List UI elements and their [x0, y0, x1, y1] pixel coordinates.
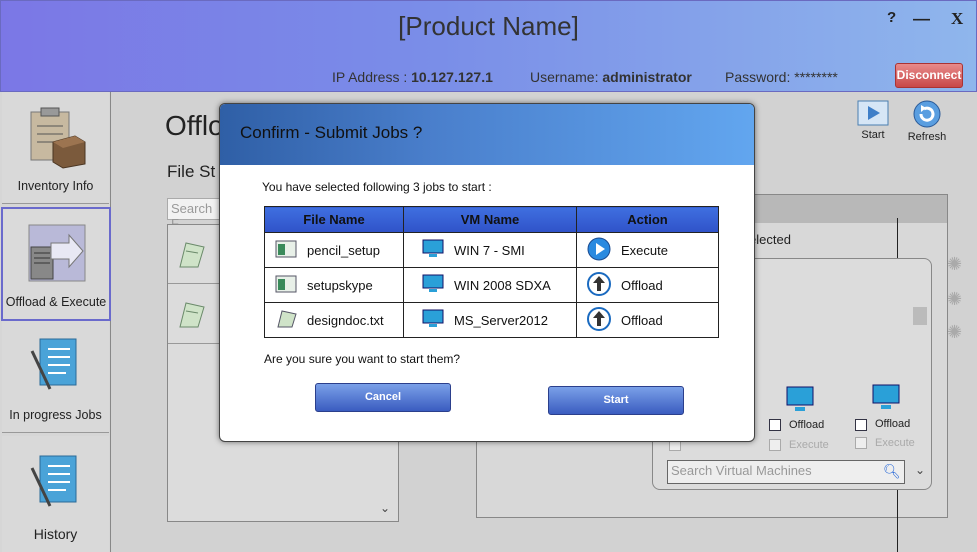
start-button[interactable]: Start [548, 386, 684, 415]
table-row: designdoc.txt MS_Server2012 Offload [264, 302, 719, 338]
spinner-icon: ✺ [947, 289, 963, 309]
execute-checkbox[interactable] [855, 437, 867, 449]
server-arrow-icon [21, 221, 91, 292]
monitor-icon [871, 383, 901, 416]
search-icon[interactable]: 🔍︎ [883, 463, 901, 480]
start-toolbar-button[interactable]: Start [857, 100, 889, 141]
page-title: Offlo [165, 110, 224, 141]
vm-name: WIN 7 - SMI [454, 242, 525, 258]
monitor-icon [785, 385, 815, 418]
execute-play-icon [587, 237, 611, 264]
chevron-down-icon[interactable]: ⌄ [380, 501, 390, 515]
file-store-label: File St [167, 162, 216, 181]
file-name: designdoc.txt [307, 312, 384, 328]
sidebar-item-offload-execute[interactable]: Offload & Execute [1, 207, 111, 321]
sidebar-item-label: Inventory Info [17, 179, 94, 193]
vm-name: WIN 2008 SDXA [454, 277, 551, 293]
disconnect-button[interactable]: Disconnect [895, 63, 963, 88]
dialog-intro: You have selected following 3 jobs to st… [262, 180, 492, 194]
dialog-title: Confirm - Submit Jobs ? [220, 104, 754, 165]
minimize-button[interactable]: — [913, 9, 930, 29]
table-row: pencil_setup WIN 7 - SMI Execute [264, 232, 719, 268]
sidebar-item-inventory-info[interactable]: Inventory Info [2, 92, 109, 204]
sidebar-item-label: In progress Jobs [9, 408, 102, 422]
selected-status: elected [749, 232, 791, 247]
execute-label: Execute [789, 439, 829, 451]
refresh-icon [912, 100, 942, 131]
sidebar: Inventory Info Offload & Execute In prog… [0, 92, 111, 552]
action-label: Execute [621, 242, 668, 258]
monitor-icon [422, 274, 444, 297]
execute-label: Execute [875, 437, 915, 449]
column-header: File Name [264, 206, 404, 233]
checklist-pen-icon [26, 333, 86, 404]
offload-arrow-icon [587, 306, 611, 334]
sidebar-item-label: Offload & Execute [5, 295, 107, 309]
search-files-input[interactable]: Search F [167, 198, 227, 231]
offload-checkbox[interactable] [769, 419, 781, 431]
refresh-toolbar-button[interactable]: Refresh [905, 100, 949, 143]
password-value: ******** [794, 69, 838, 85]
document-icon [176, 241, 206, 274]
username-value: administrator [602, 69, 692, 85]
installer-icon [275, 275, 297, 296]
file-name: setupskype [307, 277, 373, 293]
monitor-icon [422, 309, 444, 332]
help-button[interactable]: ? [887, 9, 896, 26]
vm-name: MS_Server2012 [454, 312, 548, 328]
offload-arrow-icon [587, 271, 611, 299]
username-info: Username: administrator [530, 69, 692, 85]
dialog-question: Are you sure you want to start them? [264, 352, 461, 366]
offload-checkbox[interactable] [855, 419, 867, 431]
search-vm-input[interactable]: Search Virtual Machines [667, 460, 905, 484]
document-icon [275, 309, 297, 331]
offload-label: Offload [789, 419, 825, 431]
action-label: Offload [621, 312, 663, 328]
offload-label: Offload [875, 418, 911, 430]
table-row: setupskype WIN 2008 SDXA Offload [264, 267, 719, 303]
installer-icon [275, 240, 297, 261]
action-label: Offload [621, 277, 663, 293]
document-icon [176, 301, 206, 334]
sidebar-item-in-progress-jobs[interactable]: In progress Jobs [2, 321, 109, 433]
execute-checkbox[interactable] [769, 439, 781, 451]
cancel-button[interactable]: Cancel [315, 383, 451, 412]
sidebar-item-label: History [33, 526, 78, 542]
clipboard-box-icon [23, 104, 89, 175]
checklist-pen-icon [26, 450, 86, 521]
spinner-icon: ✺ [947, 254, 963, 274]
monitor-icon [422, 239, 444, 262]
close-button[interactable]: X [951, 9, 963, 29]
sidebar-item-history[interactable]: History [2, 436, 109, 552]
jobs-table: File Name VM Name Action pencil_setup WI… [264, 206, 719, 338]
ip-address-value: 10.127.127.1 [411, 69, 493, 85]
password-info: Password: ******** [725, 69, 838, 85]
chevron-down-icon[interactable]: ⌄ [915, 463, 925, 477]
confirm-dialog: Confirm - Submit Jobs ? You have selecte… [219, 103, 755, 442]
spinner-icon: ✺ [947, 322, 963, 342]
play-icon [857, 100, 889, 129]
column-header: Action [576, 206, 719, 233]
column-header: VM Name [403, 206, 577, 233]
product-name: [Product Name] [398, 11, 579, 41]
app-header: [Product Name] ? — X IP Address : 10.127… [0, 0, 977, 92]
ip-address-info: IP Address : 10.127.127.1 [332, 69, 493, 85]
file-name: pencil_setup [307, 242, 380, 258]
